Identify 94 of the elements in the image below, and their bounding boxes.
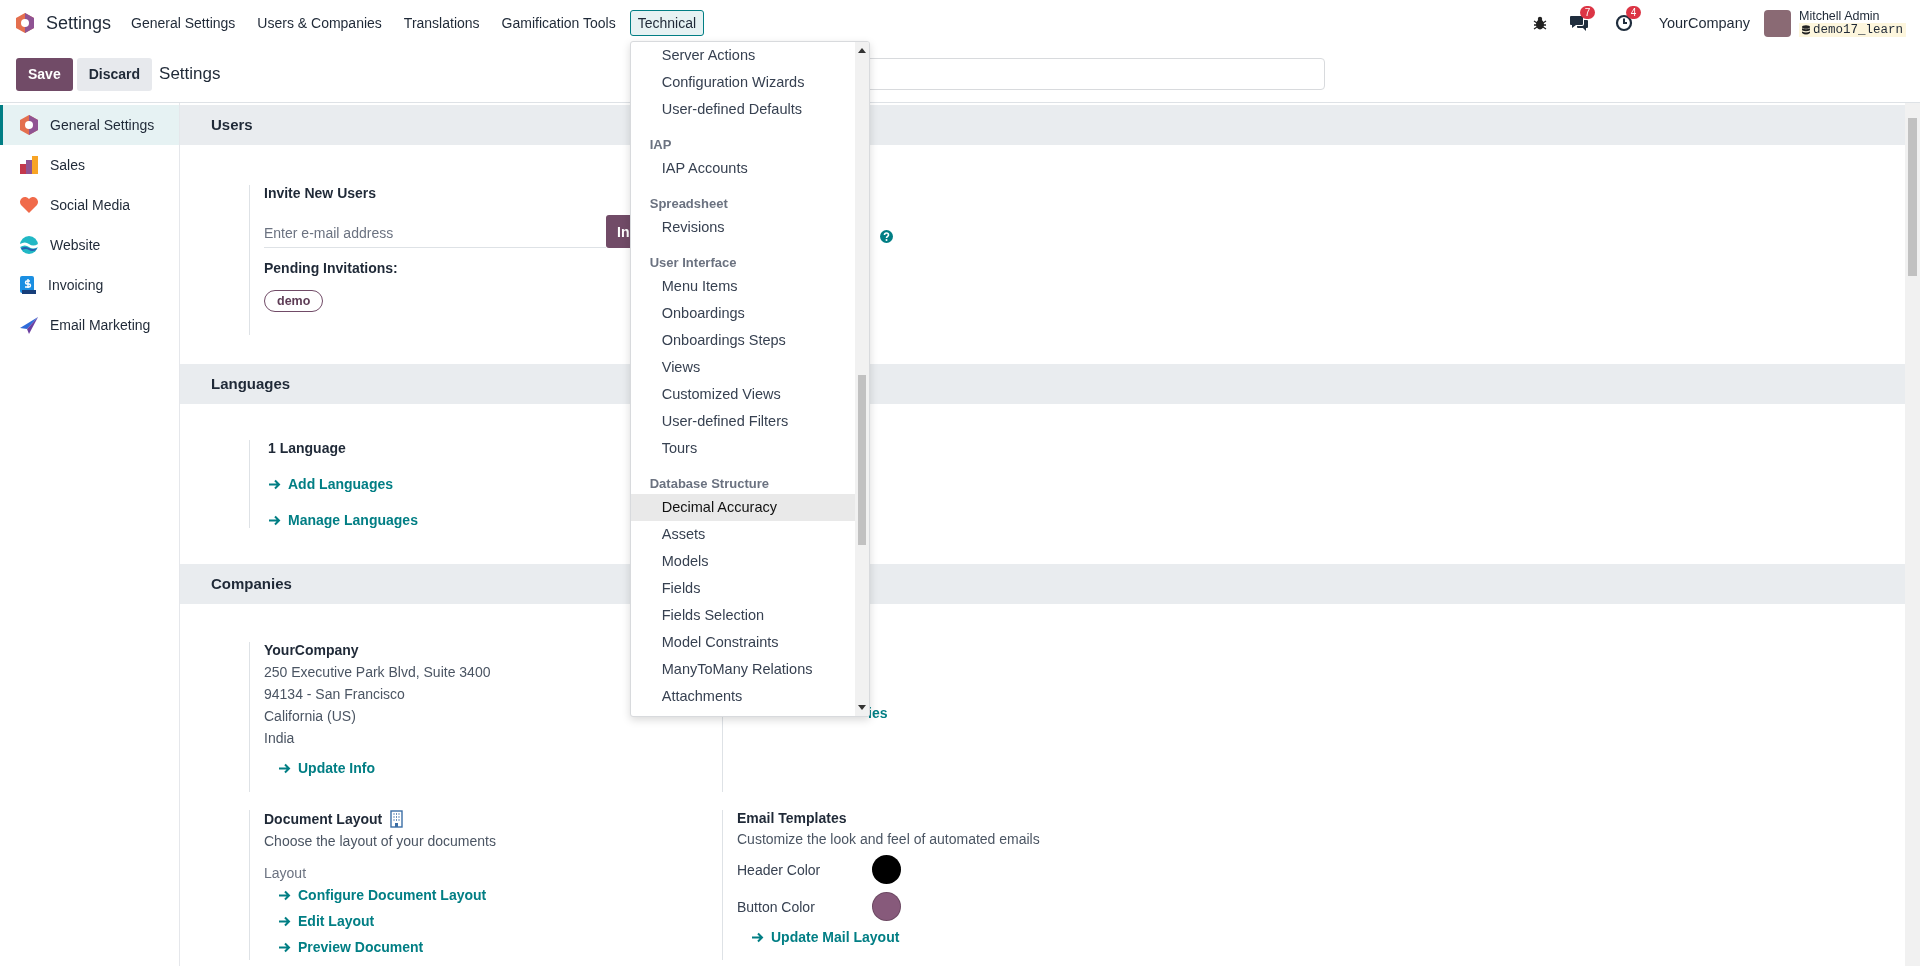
app-name[interactable]: Settings [46, 12, 112, 34]
action-link[interactable]: Configure Document Layout [278, 887, 487, 903]
menu-item[interactable]: Fields [630, 575, 855, 602]
activity-count-badge: 4 [1625, 6, 1642, 19]
hexagon-icon [19, 114, 39, 136]
update-mail-layout-link[interactable]: Update Mail Layout [751, 929, 900, 945]
menu-item[interactable]: Views [630, 354, 855, 381]
clock-icon[interactable] [1614, 14, 1633, 32]
update-info-link[interactable]: Update Info [278, 760, 375, 776]
sidebar-item[interactable]: Email Marketing [0, 305, 179, 345]
action-link[interactable]: Manage Languages [268, 512, 418, 528]
menu-group-header: Spreadsheet [648, 195, 729, 213]
paper-plane-icon [19, 316, 39, 334]
company-name: YourCompany [264, 642, 359, 658]
menu-item[interactable]: Decimal Accuracy [630, 494, 855, 521]
arrow-icon [278, 889, 291, 901]
menu-item[interactable]: Onboardings Steps [630, 327, 855, 354]
arrow-icon [278, 941, 291, 953]
database-icon [1802, 25, 1810, 35]
menu-item[interactable]: User-defined Defaults [630, 96, 855, 123]
menu-group-header: IAP [648, 136, 673, 154]
menu-group-header: User Interface [648, 254, 738, 272]
setting-description: Choose the layout of your documents [264, 833, 496, 849]
menu-scrollbar[interactable] [854, 42, 869, 716]
menu-item[interactable]: Server Actions [630, 42, 855, 69]
nav-menu[interactable]: Users & Companies [249, 10, 390, 36]
sidebar-item[interactable]: Sales [0, 145, 179, 185]
user-name[interactable]: Mitchell Admin [1799, 9, 1906, 23]
arrow-icon [278, 915, 291, 927]
menu-item[interactable]: Revisions [630, 214, 855, 241]
page-scrollbar[interactable] [1905, 103, 1920, 966]
bar-chart-icon [19, 155, 39, 175]
color-swatch[interactable] [872, 855, 901, 884]
arrow-icon [278, 762, 291, 774]
menu-item[interactable]: Tours [630, 435, 855, 462]
menu-item[interactable]: User-defined Filters [630, 408, 855, 435]
color-label: Header Color [737, 861, 822, 878]
message-count-badge: 7 [1579, 6, 1596, 19]
menu-item[interactable]: Menu Items [630, 273, 855, 300]
chat-icon[interactable] [1568, 14, 1589, 32]
arrow-icon [268, 478, 281, 490]
action-link[interactable]: Preview Document [278, 939, 424, 955]
color-swatch[interactable] [872, 892, 901, 921]
nav-menu[interactable]: Gamification Tools [493, 10, 624, 36]
action-link[interactable]: Add Languages [268, 476, 393, 492]
heart-icon [19, 196, 39, 214]
setting-label: Invite New Users [264, 185, 377, 201]
arrow-icon [268, 514, 281, 526]
action-link[interactable]: Edit Layout [278, 913, 375, 929]
save-button[interactable]: Save [16, 57, 73, 91]
help-icon[interactable] [880, 230, 893, 243]
setting-label: Email Templates [737, 810, 847, 826]
discard-button[interactable]: Discard [76, 57, 153, 91]
menu-item[interactable]: Onboardings [630, 300, 855, 327]
globe-icon [19, 235, 39, 255]
menu-item[interactable]: Customized Views [630, 381, 855, 408]
scroll-up-icon[interactable] [857, 47, 866, 53]
menu-item[interactable]: ManyToMany Relations [630, 656, 855, 683]
menu-item[interactable]: Assets [630, 521, 855, 548]
menu-item[interactable]: Models [630, 548, 855, 575]
address-line: California (US) [264, 708, 356, 724]
address-line: 94134 - San Francisco [264, 686, 405, 702]
page-title: Settings [159, 64, 221, 84]
nav-menu[interactable]: Translations [395, 10, 488, 36]
sidebar-item[interactable]: Invoicing [0, 265, 179, 305]
scrollbar-thumb[interactable] [857, 375, 866, 545]
menu-group-header: Database Structure [648, 475, 770, 493]
address-line: 250 Executive Park Blvd, Suite 3400 [264, 664, 491, 680]
nav-menu[interactable]: Technical [629, 10, 705, 36]
setting-label: Document Layout [264, 811, 383, 827]
company-switcher[interactable]: YourCompany [1658, 15, 1750, 31]
menu-item[interactable]: Configuration Wizards [630, 69, 855, 96]
sidebar-item[interactable]: General Settings [0, 105, 179, 145]
bug-icon[interactable] [1532, 16, 1547, 30]
color-label: Button Color [737, 898, 816, 915]
user-avatar[interactable] [1764, 9, 1791, 37]
sidebar-item[interactable]: Website [0, 225, 179, 265]
setting-label: Pending Invitations: [264, 260, 398, 276]
menu-item[interactable]: Model Constraints [630, 629, 855, 656]
menu-item[interactable]: Attachments [630, 683, 855, 710]
language-count: 1 Language [268, 440, 346, 456]
building-icon [390, 810, 404, 828]
setting-description: Customize the look and feel of automated emails [737, 831, 1040, 847]
nav-menu[interactable]: General Settings [123, 10, 244, 36]
database-name: demo17_learn [1813, 23, 1903, 37]
invoice-icon [19, 275, 37, 295]
app-logo-icon[interactable] [15, 12, 35, 34]
sidebar-item[interactable]: Social Media [0, 185, 179, 225]
field-label: Layout [264, 865, 307, 881]
arrow-icon [751, 931, 764, 943]
address-line: India [264, 730, 295, 746]
scroll-down-icon[interactable] [857, 705, 866, 711]
menu-item[interactable]: IAP Accounts [630, 155, 855, 182]
menu-item[interactable]: Fields Selection [630, 602, 855, 629]
